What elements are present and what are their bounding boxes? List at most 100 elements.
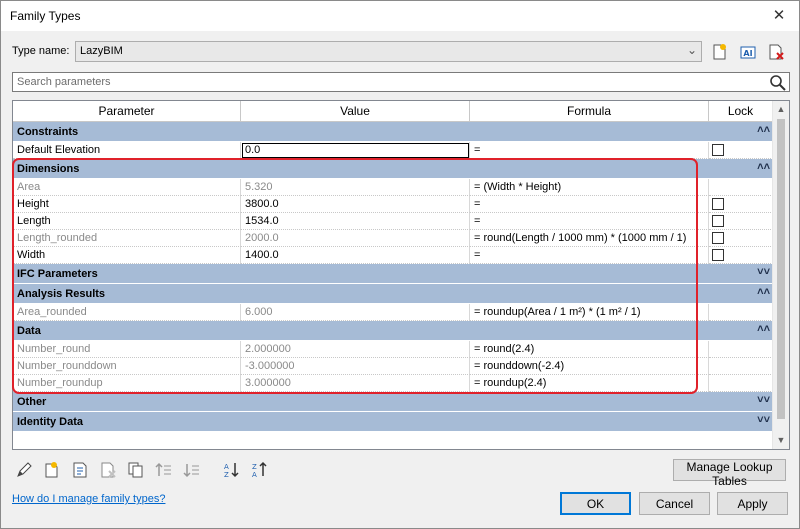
svg-text:Z: Z (252, 463, 257, 471)
lock-cell (709, 375, 773, 392)
param-value[interactable]: 1534.0 (241, 213, 470, 230)
param-name: Area (13, 179, 241, 196)
lock-checkbox[interactable] (712, 144, 724, 156)
sort-descending-icon[interactable]: ZA (250, 460, 270, 480)
param-formula[interactable]: = roundup(Area / 1 m²) * (1 m² / 1) (470, 304, 709, 321)
table-row[interactable]: Number_round 2.000000 = round(2.4) (13, 341, 773, 358)
delete-type-icon[interactable] (766, 42, 786, 62)
group-analysis-results[interactable]: Analysis Results ˄˄ (13, 284, 773, 304)
param-name: Width (13, 247, 241, 264)
column-header-lock[interactable]: Lock (709, 101, 773, 122)
param-formula[interactable]: = roundup(2.4) (470, 375, 709, 392)
rename-type-icon[interactable]: AI (738, 42, 758, 62)
lock-checkbox[interactable] (712, 215, 724, 227)
search-input[interactable] (15, 74, 765, 90)
param-value: 3.000000 (241, 375, 470, 392)
column-header-parameter[interactable]: Parameter (13, 101, 241, 122)
move-down-icon[interactable] (182, 460, 202, 480)
group-ifc-parameters[interactable]: IFC Parameters ˅˅ (13, 264, 773, 284)
table-row[interactable]: Height 3800.0 = (13, 196, 773, 213)
copy-parameter-icon[interactable] (126, 460, 146, 480)
param-name: Number_roundup (13, 375, 241, 392)
svg-text:A: A (252, 471, 257, 479)
value-edit-field[interactable]: 0.0 (242, 143, 469, 158)
type-name-label: Type name: (12, 45, 70, 57)
vertical-scrollbar[interactable]: ▲ ▼ (772, 101, 789, 449)
param-name: Length_rounded (13, 230, 241, 247)
lock-cell (709, 358, 773, 375)
table-row[interactable]: Length_rounded 2000.0 = round(Length / 1… (13, 230, 773, 247)
param-name: Number_round (13, 341, 241, 358)
table-row[interactable]: Length 1534.0 = (13, 213, 773, 230)
param-formula[interactable]: = rounddown(-2.4) (470, 358, 709, 375)
search-icon[interactable] (769, 74, 787, 92)
group-name: IFC Parameters (17, 268, 98, 280)
table-row[interactable]: Number_roundup 3.000000 = roundup(2.4) (13, 375, 773, 392)
param-value[interactable]: 3800.0 (241, 196, 470, 213)
collapse-icon[interactable]: ˄˄ (757, 161, 770, 173)
lock-cell (709, 142, 773, 159)
param-formula[interactable]: = round(Length / 1000 mm) * (1000 mm / 1… (470, 230, 709, 247)
collapse-icon[interactable]: ˄˄ (757, 323, 770, 335)
param-formula[interactable]: = (470, 213, 709, 230)
svg-text:AI: AI (743, 49, 752, 58)
table-row[interactable]: Area_rounded 6.000 = roundup(Area / 1 m²… (13, 304, 773, 321)
param-name: Default Elevation (13, 142, 241, 159)
lock-checkbox[interactable] (712, 198, 724, 210)
param-formula[interactable]: = (470, 247, 709, 264)
svg-text:Z: Z (224, 471, 229, 479)
new-parameter-icon[interactable] (42, 460, 62, 480)
cancel-button[interactable]: Cancel (639, 492, 710, 515)
group-dimensions[interactable]: Dimensions ˄˄ (13, 159, 773, 179)
svg-text:A: A (224, 463, 229, 471)
table-row[interactable]: Area 5.320 = (Width * Height) (13, 179, 773, 196)
expand-icon[interactable]: ˅˅ (757, 266, 770, 278)
scrollbar-thumb[interactable] (777, 119, 785, 419)
title-bar: Family Types ✕ (1, 1, 799, 31)
dialog-title: Family Types (10, 9, 81, 23)
lock-checkbox[interactable] (712, 249, 724, 261)
lock-cell (709, 341, 773, 358)
edit-parameter-icon[interactable] (14, 460, 34, 480)
group-constraints[interactable]: Constraints ˄˄ (13, 122, 773, 142)
group-other[interactable]: Other ˅˅ (13, 392, 773, 412)
type-name-dropdown[interactable]: LazyBIM ⌄ (75, 41, 702, 62)
param-formula[interactable]: = round(2.4) (470, 341, 709, 358)
group-identity-data[interactable]: Identity Data ˅˅ (13, 412, 773, 432)
apply-button[interactable]: Apply (717, 492, 788, 515)
parameter-rows: Constraints ˄˄ Default Elevation 0.0 = D… (13, 122, 773, 432)
table-row[interactable]: Number_rounddown -3.000000 = rounddown(-… (13, 358, 773, 375)
lock-cell (709, 179, 773, 196)
column-header-formula[interactable]: Formula (470, 101, 709, 122)
collapse-icon[interactable]: ˄˄ (757, 286, 770, 298)
new-type-icon[interactable] (710, 42, 730, 62)
delete-parameter-icon[interactable] (98, 460, 118, 480)
lock-checkbox[interactable] (712, 232, 724, 244)
param-value[interactable]: 1400.0 (241, 247, 470, 264)
param-formula[interactable]: = (470, 142, 709, 159)
expand-icon[interactable]: ˅˅ (757, 414, 770, 426)
close-icon[interactable]: ✕ (759, 1, 799, 31)
group-data[interactable]: Data ˄˄ (13, 321, 773, 341)
lock-cell (709, 213, 773, 230)
param-formula[interactable]: = (Width * Height) (470, 179, 709, 196)
column-header-value[interactable]: Value (241, 101, 470, 122)
table-row[interactable]: Default Elevation 0.0 = (13, 142, 773, 159)
expand-icon[interactable]: ˅˅ (757, 394, 770, 406)
sort-ascending-icon[interactable]: AZ (222, 460, 242, 480)
chevron-down-icon[interactable]: ⌄ (687, 43, 697, 57)
scroll-up-icon[interactable]: ▲ (773, 101, 789, 118)
param-name: Number_rounddown (13, 358, 241, 375)
scroll-down-icon[interactable]: ▼ (773, 432, 789, 449)
param-name: Length (13, 213, 241, 230)
lock-cell (709, 247, 773, 264)
param-formula[interactable]: = (470, 196, 709, 213)
collapse-icon[interactable]: ˄˄ (757, 124, 770, 136)
move-up-icon[interactable] (154, 460, 174, 480)
parameter-properties-icon[interactable] (70, 460, 90, 480)
table-row[interactable]: Width 1400.0 = (13, 247, 773, 264)
ok-button[interactable]: OK (560, 492, 631, 515)
param-value: 5.320 (241, 179, 470, 196)
manage-lookup-tables-button[interactable]: Manage Lookup Tables (673, 459, 786, 488)
help-link[interactable]: How do I manage family types? (12, 493, 165, 505)
